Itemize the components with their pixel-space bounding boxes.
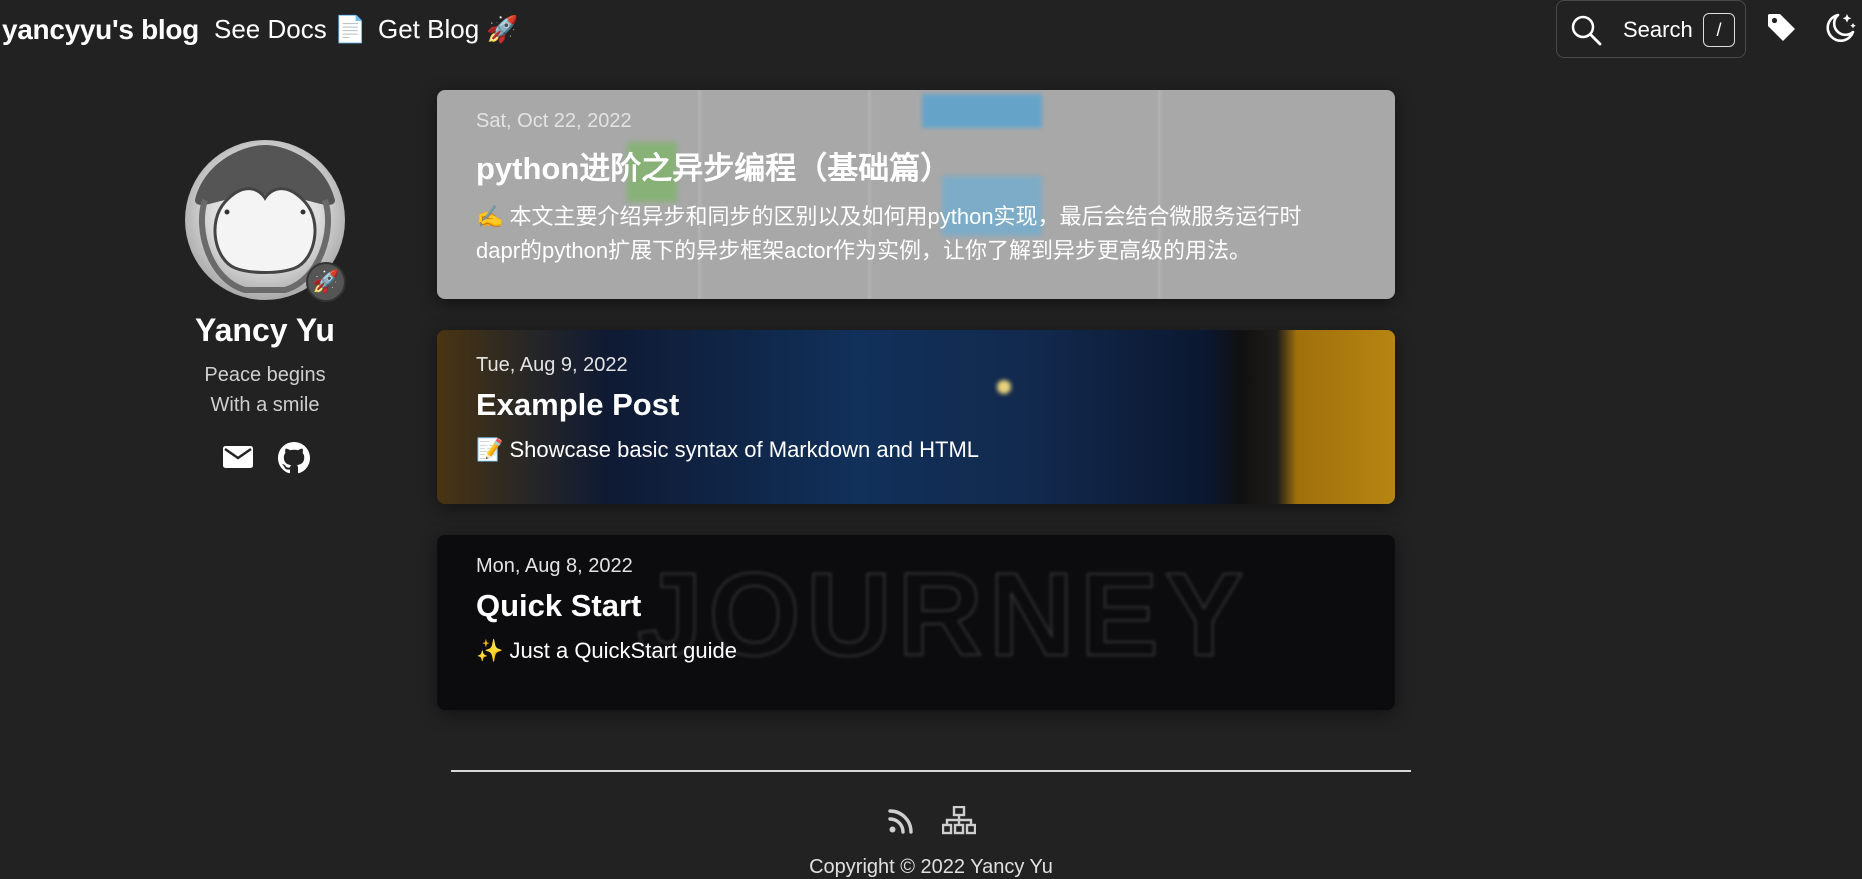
post-summary: ✨ Just a QuickStart guide (476, 638, 737, 663)
sitemap-icon[interactable] (941, 805, 977, 841)
post-title[interactable]: Quick Start (476, 588, 1345, 624)
post-date: Mon, Aug 8, 2022 (476, 555, 633, 577)
profile-bio-line-1: Peace begins (204, 364, 326, 386)
nav-get-blog[interactable]: Get Blog 🚀 (378, 14, 519, 45)
post-card[interactable]: JOURNEY Mon, Aug 8, 2022 Quick Start ✨ J… (437, 535, 1395, 710)
copyright-text: Copyright © 2022 Yancy Yu (809, 856, 1053, 878)
rocket-badge: 🚀 (306, 262, 346, 302)
post-summary: 📝 Showcase basic syntax of Markdown and … (476, 437, 980, 462)
post-summary: ✍️ 本文主要介绍异步和同步的区别以及如何用python实现，最后会结合微服务运… (476, 204, 1302, 263)
post-title[interactable]: python进阶之异步编程（基础篇） (476, 143, 1345, 188)
footer-divider (451, 770, 1411, 772)
post-card[interactable]: Sat, Oct 22, 2022 python进阶之异步编程（基础篇） ✍️ … (437, 90, 1395, 299)
site-title-link[interactable]: yancyyu's blog (2, 14, 199, 46)
search-shortcut-key: / (1703, 13, 1735, 47)
search-icon (1569, 13, 1603, 52)
tag-icon[interactable] (1766, 12, 1798, 49)
rss-icon[interactable] (888, 808, 914, 839)
post-title[interactable]: Example Post (476, 387, 1345, 423)
post-date: Tue, Aug 9, 2022 (476, 354, 628, 376)
mail-icon[interactable] (222, 444, 254, 475)
profile-bio-line-2: With a smile (210, 394, 320, 416)
post-date: Sat, Oct 22, 2022 (476, 110, 632, 132)
github-icon[interactable] (278, 442, 310, 479)
profile-name: Yancy Yu (195, 312, 335, 348)
post-card[interactable]: Tue, Aug 9, 2022 Example Post 📝 Showcase… (437, 330, 1395, 504)
search-label: Search (1623, 17, 1693, 42)
profile-bio: Peace begins With a smile (120, 360, 410, 420)
search-button[interactable]: Search / (1556, 0, 1746, 58)
nav-see-docs[interactable]: See Docs 📄 (214, 14, 366, 45)
theme-toggle-icon[interactable] (1822, 10, 1858, 51)
